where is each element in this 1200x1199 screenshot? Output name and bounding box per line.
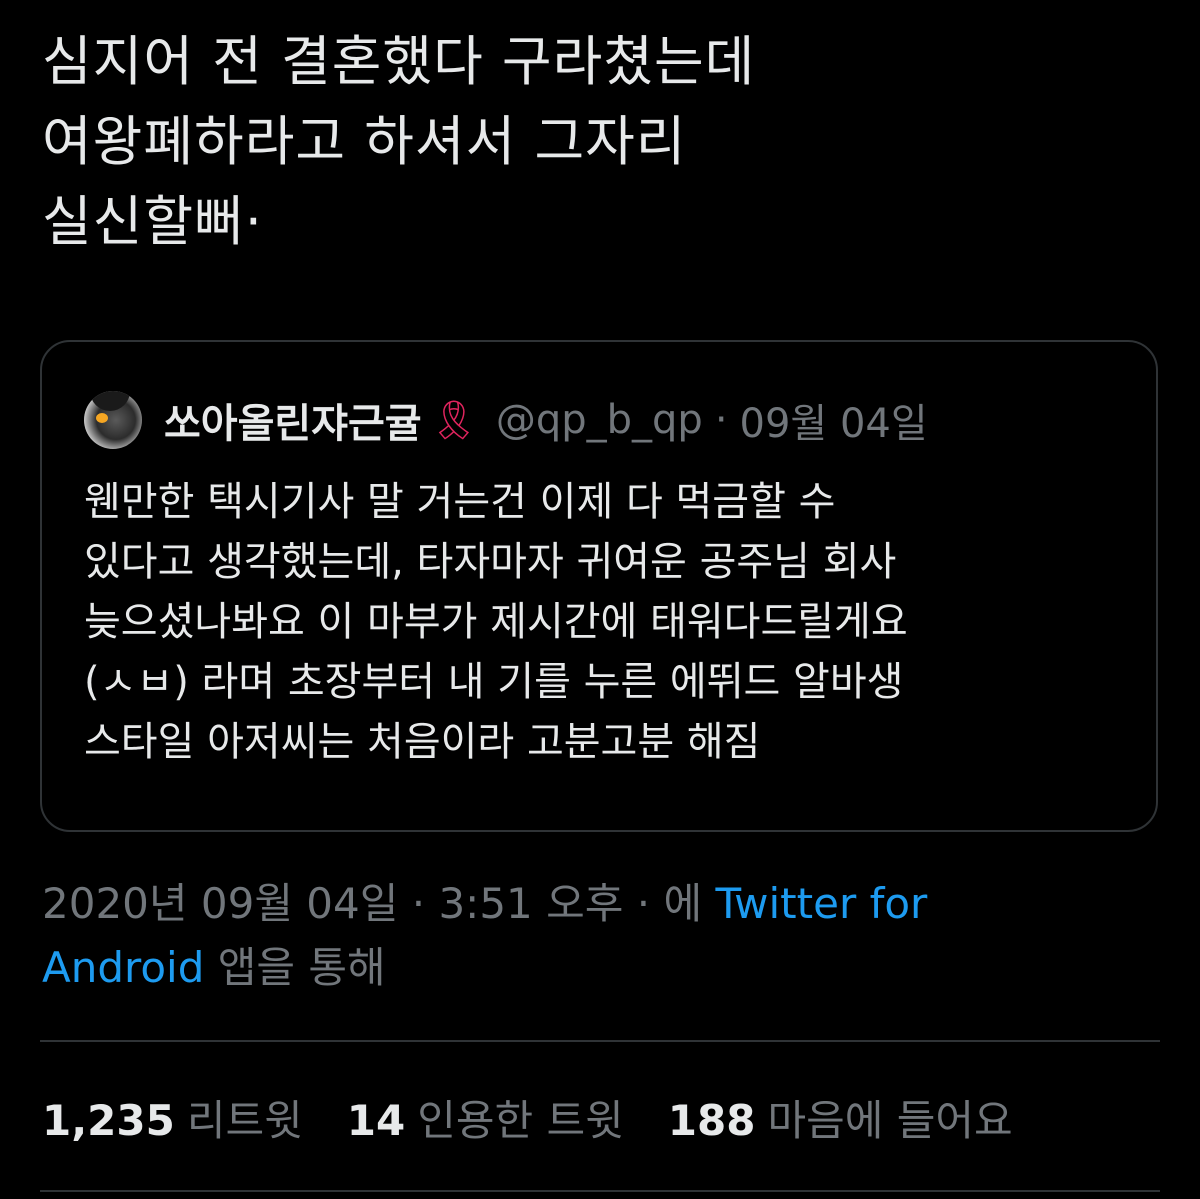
retweets-label: 리트윗: [186, 1095, 303, 1145]
quotes-count: 14: [346, 1095, 406, 1145]
quoted-tweet-line: 있다고 생각했는데, 타자마자 귀여운 공주님 회사: [84, 539, 897, 585]
likes-stat[interactable]: 188 마음에 들어요: [668, 1087, 1013, 1148]
quoted-tweet-card[interactable]: 쏘아올린쟈근귤 🎗 @qp_b_qp · 09월 04일 웬만한 택시기사 말 …: [40, 340, 1158, 832]
retweets-count: 1,235: [42, 1095, 175, 1145]
tweet-meta-line-1: 2020년 09월 04일 · 3:51 오후 · 에 Twitter for: [42, 872, 1142, 936]
quoted-tweet-date[interactable]: 09월 04일: [740, 391, 928, 449]
divider: [40, 1040, 1160, 1042]
avatar-hair: [90, 391, 130, 411]
quoted-tweet-header: 쏘아올린쟈근귤 🎗 @qp_b_qp · 09월 04일: [84, 390, 928, 450]
separator-dot: ·: [714, 397, 728, 443]
quoted-tweet-line: 웬만한 택시기사 말 거는건 이제 다 먹금할 수: [84, 479, 836, 525]
avatar[interactable]: [84, 391, 142, 449]
tweet-meta-line-2: Android 앱을 통해: [42, 936, 1142, 1000]
likes-count: 188: [667, 1095, 756, 1145]
divider: [40, 1190, 1160, 1192]
tweet-text-line: 실신할뻐·: [42, 190, 263, 253]
source-suffix: 앱을 통해: [217, 943, 386, 992]
quotes-stat[interactable]: 14 인용한 트윗: [347, 1087, 624, 1148]
tweet-meta: 2020년 09월 04일 · 3:51 오후 · 에 Twitter for …: [42, 872, 1142, 1000]
quoted-user-handle[interactable]: @qp_b_qp: [496, 397, 703, 443]
source-link[interactable]: Twitter for: [715, 879, 927, 928]
tweet-datetime[interactable]: 2020년 09월 04일 · 3:51 오후 · 에: [42, 879, 702, 928]
tweet-text: 심지어 전 결혼했다 구라쳤는데 여왕폐하라고 하셔서 그자리 실신할뻐·: [42, 22, 1162, 262]
source-link-continued[interactable]: Android: [42, 943, 204, 992]
ribbon-icon: 🎗: [429, 398, 478, 442]
retweets-stat[interactable]: 1,235 리트윗: [42, 1087, 303, 1148]
tweet-text-line: 심지어 전 결혼했다 구라쳤는데: [42, 30, 756, 93]
quoted-tweet-line: 스타일 아저씨는 처음이라 고분고분 해짐: [84, 719, 761, 765]
quoted-tweet-line: (ㅅㅂ) 라며 초장부터 내 기를 누른 에뛰드 알바생: [84, 659, 904, 705]
tweet-text-line: 여왕폐하라고 하셔서 그자리: [42, 110, 687, 173]
quoted-tweet-body: 웬만한 택시기사 말 거는건 이제 다 먹금할 수 있다고 생각했는데, 타자마…: [84, 472, 1134, 772]
quoted-user-name[interactable]: 쏘아올린쟈근귤: [164, 391, 422, 449]
quotes-label: 인용한 트윗: [417, 1095, 624, 1145]
engagement-stats: 1,235 리트윗 14 인용한 트윗 188 마음에 들어요: [42, 1082, 1057, 1152]
avatar-eye: [96, 413, 108, 423]
quoted-tweet-line: 늦으셨나봐요 이 마부가 제시간에 태워다드릴게요: [84, 599, 908, 645]
likes-label: 마음에 들어요: [767, 1095, 1013, 1145]
